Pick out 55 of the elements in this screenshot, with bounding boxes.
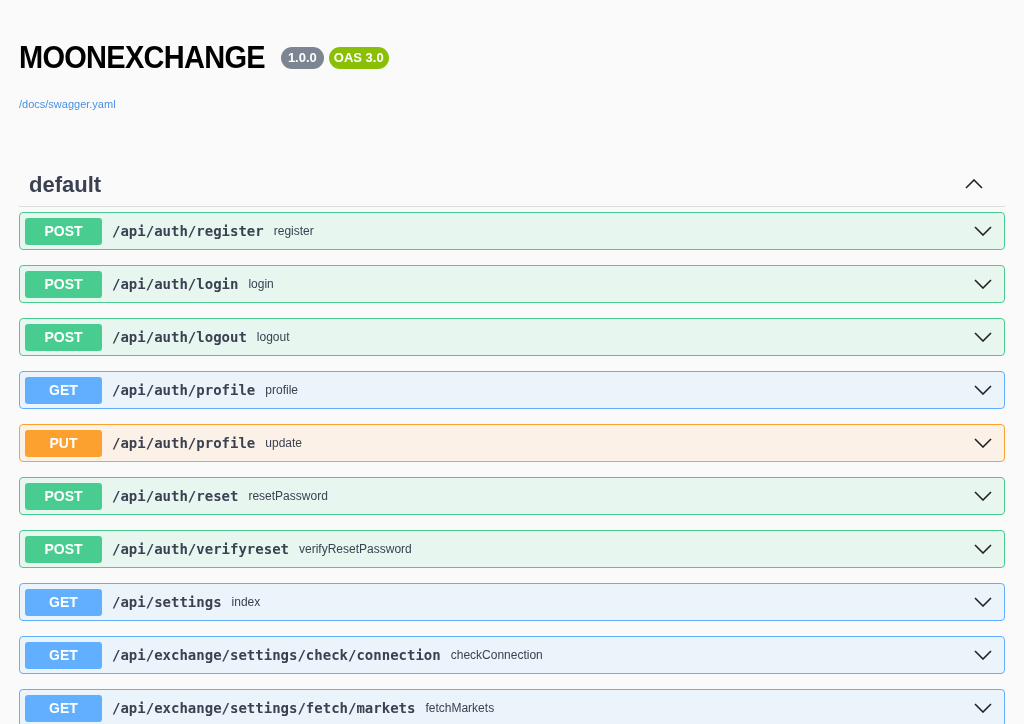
method-badge: PUT [25, 429, 102, 457]
operation-row[interactable]: GET /api/exchange/settings/fetch/markets fetchMarkets [19, 689, 1005, 724]
endpoint-path: /api/auth/register [112, 221, 264, 241]
operation-row[interactable]: PUT /api/auth/profile update [19, 424, 1005, 462]
method-badge: POST [25, 270, 102, 298]
operation-row[interactable]: POST /api/auth/reset resetPassword [19, 477, 1005, 515]
method-badge: POST [25, 217, 102, 245]
chevron-icon [974, 544, 992, 554]
endpoint-path: /api/auth/logout [112, 327, 247, 347]
operation-row[interactable]: GET /api/exchange/settings/check/connection checkConnection [19, 636, 1005, 674]
operation-summary: update [265, 435, 302, 452]
chevron-icon [965, 179, 983, 189]
method-badge: GET [25, 376, 102, 404]
chevron-icon [974, 226, 992, 236]
endpoint-path: /api/auth/profile [112, 380, 256, 400]
operation-summary: verifyResetPassword [299, 541, 412, 558]
operation-row[interactable]: POST /api/auth/verifyreset verifyResetPassword [19, 530, 1005, 568]
chevron-icon [974, 438, 992, 448]
endpoint-path: /api/exchange/settings/check/connection [112, 645, 441, 665]
chevron-icon [974, 385, 992, 395]
method-badge: GET [25, 694, 102, 722]
operation-summary: login [248, 276, 274, 293]
chevron-icon [974, 650, 992, 660]
operation-summary: resetPassword [248, 488, 328, 505]
api-title: MOONEXCHANGE [19, 38, 265, 77]
operation-row[interactable]: POST /api/auth/login login [19, 265, 1005, 303]
operation-row[interactable]: POST /api/auth/logout logout [19, 318, 1005, 356]
operation-summary: fetchMarkets [425, 700, 495, 717]
operation-summary: logout [256, 329, 290, 346]
section-header[interactable]: default [19, 162, 1005, 207]
chevron-icon [974, 332, 992, 342]
version-badge: 1.0.0 [280, 47, 324, 69]
endpoint-path: /api/auth/verifyreset [112, 539, 289, 559]
endpoint-path: /api/settings [112, 592, 222, 612]
operation-row[interactable]: POST /api/auth/register register [19, 212, 1005, 250]
chevron-icon [974, 597, 992, 607]
chevron-icon [974, 703, 992, 713]
endpoint-path: /api/auth/login [112, 274, 239, 294]
endpoint-path: /api/auth/profile [112, 433, 256, 453]
method-badge: POST [25, 323, 102, 351]
method-badge: GET [25, 588, 102, 616]
chevron-icon [974, 491, 992, 501]
endpoint-path: /api/auth/reset [112, 486, 239, 506]
oas-badge: OAS 3.0 [328, 47, 389, 69]
operation-summary: checkConnection [450, 647, 543, 664]
operation-summary: profile [265, 382, 298, 399]
operation-row[interactable]: GET /api/settings index [19, 583, 1005, 621]
endpoint-path: /api/exchange/settings/fetch/markets [112, 698, 416, 718]
method-badge: POST [25, 535, 102, 563]
chevron-icon [974, 279, 992, 289]
operation-summary: index [231, 594, 261, 611]
method-badge: GET [25, 641, 102, 669]
operation-summary: register [273, 223, 314, 240]
operation-row[interactable]: GET /api/auth/profile profile [19, 371, 1005, 409]
method-badge: POST [25, 482, 102, 510]
